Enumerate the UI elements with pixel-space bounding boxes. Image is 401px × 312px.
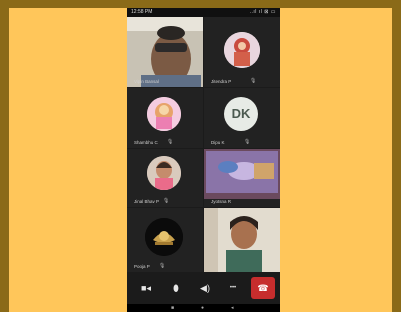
participant-tile[interactable]: Vipin Bansal — [127, 17, 203, 87]
speaker-button[interactable]: ◀) — [197, 280, 213, 296]
participant-tile[interactable]: Jinal Bhav P 🎙 — [127, 149, 203, 207]
participant-tile[interactable]: Jyotsna R — [204, 149, 280, 207]
status-time: 12:58 PM — [131, 9, 153, 15]
participant-avatar — [224, 32, 260, 68]
participant-avatar — [147, 97, 181, 131]
participant-name: Jitendra P — [211, 79, 232, 84]
status-icons: ..ıl ıl ⊠ ▭ — [249, 9, 276, 15]
participant-tile[interactable]: DK Dipu K 🎙 — [204, 88, 280, 148]
back-button[interactable]: ◂ — [231, 304, 234, 312]
home-button[interactable]: ● — [201, 304, 204, 312]
mic-icon: 🎙 — [163, 198, 170, 204]
participant-avatar — [145, 218, 183, 256]
status-bar: 12:58 PM ..ıl ıl ⊠ ▭ — [127, 8, 280, 17]
mic-icon: 🎙 — [167, 139, 174, 145]
system-navigation-bar: ■ ● ◂ — [127, 304, 280, 312]
participant-avatar — [147, 156, 181, 190]
end-call-button[interactable]: ☎ — [251, 277, 275, 299]
participant-tile[interactable] — [204, 208, 280, 272]
participant-name: Jyotsna R — [211, 199, 232, 204]
participant-name: Pooja P — [134, 264, 150, 269]
mic-icon: 🎙 — [244, 139, 251, 145]
recent-apps-button[interactable]: ■ — [171, 304, 174, 312]
shared-screen-video — [204, 149, 280, 199]
video-toggle-button[interactable]: ■◂ — [138, 280, 154, 296]
participant-name: Dipu K — [211, 140, 225, 145]
mic-icon: 🎙 — [250, 78, 257, 84]
participant-name: Shambhu C — [134, 140, 158, 145]
participant-video — [127, 17, 203, 87]
participant-video — [204, 208, 280, 272]
mic-icon: 🎙 — [159, 263, 166, 269]
participant-name: Vipin Bansal — [134, 79, 159, 84]
more-options-button[interactable]: ••• — [225, 280, 241, 296]
call-controls-bar: ■◂ ⬮ ◀) ••• ☎ — [127, 272, 280, 304]
mic-toggle-button[interactable]: ⬮ — [168, 280, 184, 296]
phone-screen: 12:58 PM ..ıl ıl ⊠ ▭ Vipin Bansal Jitend… — [127, 8, 280, 312]
participant-tile[interactable]: Jitendra P 🎙 — [204, 17, 280, 87]
participant-tile[interactable]: Pooja P 🎙 — [127, 208, 203, 272]
participant-tile[interactable]: Shambhu C 🎙 — [127, 88, 203, 148]
participant-initials-avatar: DK — [224, 97, 258, 131]
participant-name: Jinal Bhav P — [134, 199, 160, 204]
